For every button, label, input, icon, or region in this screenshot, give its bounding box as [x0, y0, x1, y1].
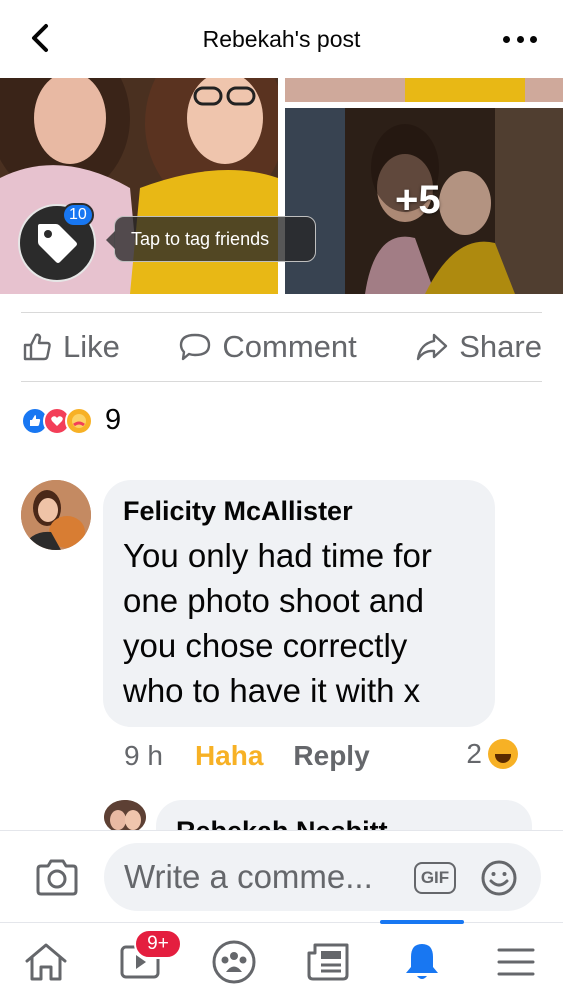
- reactions-summary[interactable]: 9: [21, 404, 121, 437]
- thumbs-up-icon: [23, 333, 51, 361]
- comment-meta: 9 h Haha Reply 2: [124, 738, 544, 774]
- comment-time: 9 h: [124, 740, 163, 771]
- nav-news[interactable]: [292, 923, 364, 1000]
- more-horizontal-icon[interactable]: [503, 26, 537, 52]
- tag-count-badge: 10: [62, 203, 94, 227]
- post-photo-top-right[interactable]: [285, 78, 563, 102]
- comment-author[interactable]: Felicity McAllister: [123, 496, 475, 527]
- tag-friends-tooltip[interactable]: Tap to tag friends: [106, 216, 316, 262]
- haha-reaction-button[interactable]: Haha: [195, 740, 263, 772]
- bell-icon: [406, 944, 438, 979]
- comment-input[interactable]: Write a comme...: [104, 843, 541, 911]
- reply-avatar[interactable]: [104, 800, 146, 834]
- home-icon: [25, 943, 67, 981]
- comment-composer: Write a comme... GIF: [0, 830, 563, 922]
- reactions-count: 9: [105, 404, 122, 436]
- newspaper-icon: [307, 943, 349, 981]
- groups-icon: [212, 940, 256, 984]
- comment-button[interactable]: Comment: [178, 329, 357, 365]
- bottom-nav: [0, 920, 563, 1000]
- share-button[interactable]: Share: [415, 329, 542, 365]
- share-arrow-icon: [417, 333, 448, 361]
- page-title: Rebekah's post: [202, 25, 361, 52]
- hamburger-menu-icon: [497, 948, 535, 976]
- comment-bubble-icon: [180, 333, 211, 361]
- nav-menu[interactable]: [480, 923, 552, 1000]
- gif-button[interactable]: GIF: [414, 862, 456, 894]
- comment-text: You only had time for one photo shoot an…: [123, 537, 432, 709]
- post-actions: Like Comment Share: [21, 312, 542, 382]
- camera-icon[interactable]: [34, 857, 80, 897]
- comment-reaction-summary[interactable]: 2: [466, 738, 518, 770]
- comment-reaction-count: 2: [466, 738, 482, 769]
- like-label: Like: [63, 329, 120, 364]
- more-photos-count[interactable]: +5: [395, 178, 441, 223]
- nav-notifications[interactable]: [386, 923, 458, 1000]
- avatar[interactable]: [21, 480, 91, 550]
- emoji-icon[interactable]: [480, 859, 518, 897]
- haha-icon: [488, 739, 518, 769]
- watch-notification-badge: 9+: [134, 929, 182, 959]
- reply-button[interactable]: Reply: [293, 740, 369, 772]
- like-button[interactable]: Like: [21, 329, 120, 365]
- comment-bubble[interactable]: Felicity McAllister You only had time fo…: [103, 480, 495, 727]
- chevron-left-icon[interactable]: [24, 20, 60, 56]
- post-header: Rebekah's post: [0, 0, 563, 78]
- nav-groups[interactable]: [198, 923, 270, 1000]
- nav-home[interactable]: [10, 923, 82, 1000]
- comment-label: Comment: [222, 329, 357, 364]
- care-reaction-icon: [65, 406, 93, 435]
- share-label: Share: [459, 329, 542, 364]
